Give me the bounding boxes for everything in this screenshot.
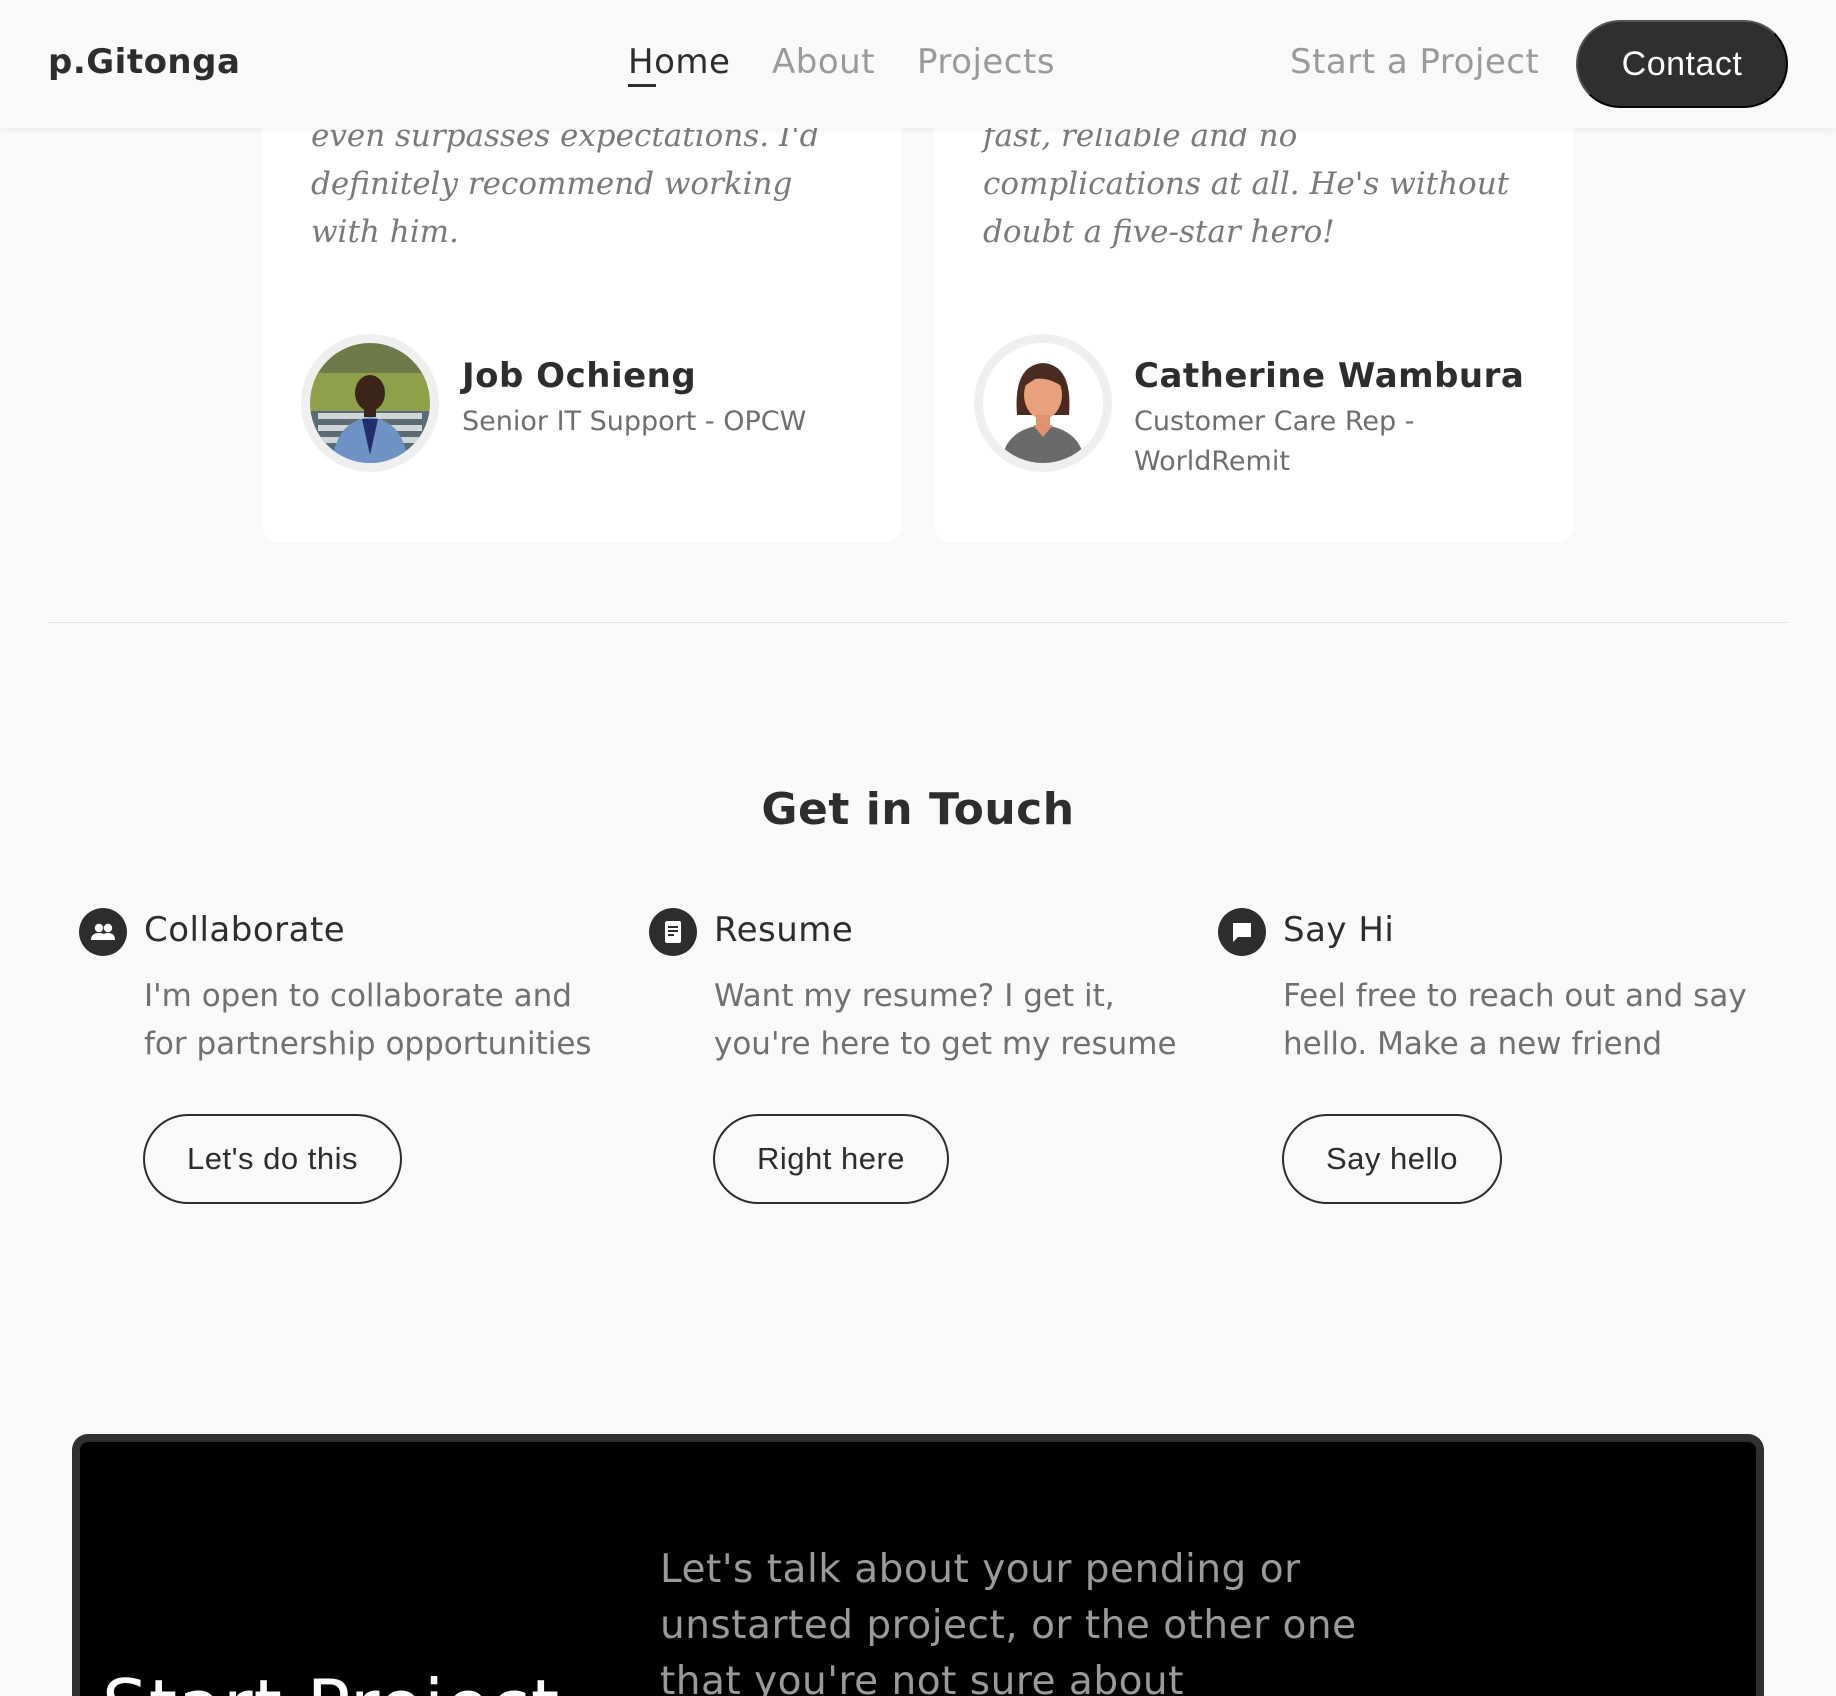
site-logo[interactable]: p.Gitonga — [48, 42, 240, 82]
column-text: I'm open to collaborate and for partners… — [144, 978, 592, 1062]
testimonial-card: fast, reliable and no complications at a… — [934, 60, 1574, 542]
column-title: Collaborate — [144, 910, 346, 950]
nav-about[interactable]: About — [772, 42, 875, 82]
banner-title: Start Project — [102, 1664, 560, 1696]
person-photo — [310, 343, 430, 463]
column-text: Want my resume? I get it, you're here to… — [714, 978, 1177, 1062]
column-title: Say Hi — [1283, 910, 1395, 950]
start-project-banner: Let's talk about your pending or unstart… — [72, 1434, 1764, 1696]
avatar — [301, 334, 439, 472]
section-divider — [48, 622, 1788, 623]
active-indicator — [628, 84, 656, 87]
chat-bubble-icon — [1218, 908, 1266, 956]
collaborate-button[interactable]: Let's do this — [143, 1114, 402, 1204]
nav-start-project[interactable]: Start a Project — [1290, 42, 1539, 82]
banner-text: Let's talk about your pending or unstart… — [660, 1547, 1357, 1696]
testimonial-role: Customer Care Rep - WorldRemit — [1134, 406, 1415, 477]
testimonial-name: Job Ochieng — [462, 356, 697, 396]
testimonial-card: even surpasses expectations. I'd definit… — [262, 60, 902, 542]
top-navbar: p.Gitonga Home About Projects Start a Pr… — [0, 0, 1836, 128]
page: even surpasses expectations. I'd definit… — [0, 0, 1836, 1696]
column-text: Feel free to reach out and say hello. Ma… — [1283, 978, 1747, 1062]
default-female-avatar-icon — [983, 343, 1103, 463]
nav-home[interactable]: Home — [628, 42, 730, 82]
resume-button[interactable]: Right here — [713, 1114, 950, 1204]
testimonial-name: Catherine Wambura — [1134, 356, 1525, 396]
avatar — [974, 334, 1112, 472]
testimonial-quote: fast, reliable and no complications at a… — [983, 118, 1510, 250]
contact-button[interactable]: Contact — [1576, 20, 1788, 108]
nav-projects[interactable]: Projects — [917, 42, 1055, 82]
people-icon — [79, 908, 127, 956]
section-title: Get in Touch — [761, 784, 1075, 835]
testimonial-role: Senior IT Support - OPCW — [462, 406, 807, 437]
column-title: Resume — [714, 910, 854, 950]
document-icon — [649, 908, 697, 956]
testimonial-quote: even surpasses expectations. I'd definit… — [311, 118, 820, 250]
say-hello-button[interactable]: Say hello — [1282, 1114, 1503, 1204]
